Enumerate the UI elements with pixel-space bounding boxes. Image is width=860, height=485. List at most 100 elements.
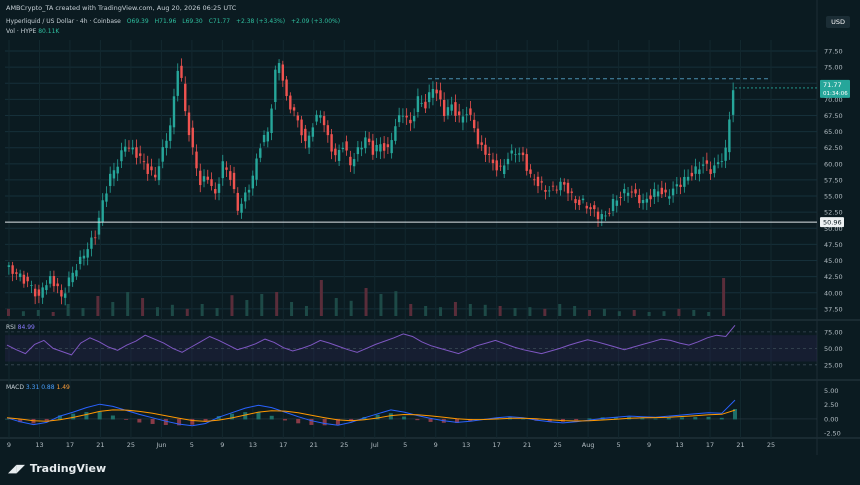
macd-value-1: 3.31 bbox=[25, 384, 40, 391]
candle-body bbox=[731, 90, 735, 115]
candle-body bbox=[491, 159, 495, 164]
macd-histogram-bar bbox=[256, 412, 261, 420]
price-tick-label: 67.50 bbox=[824, 112, 843, 120]
candle-body bbox=[289, 95, 292, 110]
candle-body bbox=[469, 108, 472, 115]
candle-body bbox=[169, 125, 172, 141]
rsi-legend: RSI 84.99 bbox=[6, 324, 35, 331]
candle-body bbox=[101, 200, 104, 223]
candle-body bbox=[675, 184, 679, 187]
x-tick-label: 17 bbox=[706, 441, 714, 449]
candle-body bbox=[566, 182, 570, 194]
volume-bar bbox=[602, 308, 606, 316]
macd-histogram-bar bbox=[428, 418, 433, 422]
candle-body bbox=[45, 285, 48, 291]
candle-body bbox=[90, 237, 93, 249]
price-tick-label: 40.00 bbox=[824, 289, 843, 297]
volume-bar bbox=[21, 311, 25, 316]
candle-body bbox=[664, 189, 667, 193]
x-tick-label: 21 bbox=[310, 441, 318, 449]
macd-histogram-bar bbox=[269, 415, 274, 420]
candle-body bbox=[131, 147, 134, 150]
candle-body bbox=[7, 265, 11, 267]
macd-histogram-bar bbox=[282, 418, 287, 421]
candle-body bbox=[570, 191, 573, 193]
tradingview-brand[interactable]: ◢◤ TradingView bbox=[8, 462, 106, 475]
macd-line bbox=[6, 399, 736, 427]
candle-body bbox=[529, 169, 532, 174]
price-chart[interactable]: 77.5075.0072.5070.0067.5065.0062.5060.00… bbox=[0, 0, 860, 485]
x-tick-label: 5 bbox=[403, 441, 407, 449]
x-tick-label: 9 bbox=[647, 441, 651, 449]
candle-body bbox=[75, 270, 78, 277]
macd-label[interactable]: MACD bbox=[6, 384, 24, 391]
volume-bar bbox=[36, 310, 40, 316]
candle-body bbox=[30, 285, 33, 286]
volume-bar bbox=[304, 306, 308, 316]
candle-body bbox=[450, 104, 453, 111]
candle-body bbox=[461, 116, 465, 123]
rsi-tick-label: 50.00 bbox=[824, 345, 843, 353]
candle-body bbox=[686, 176, 690, 181]
candle-body bbox=[319, 115, 322, 118]
price-tick-label: 37.50 bbox=[824, 305, 843, 313]
volume-bar bbox=[96, 296, 100, 316]
price-tick-label: 77.50 bbox=[824, 47, 843, 55]
candle-body bbox=[236, 192, 239, 211]
candle-body bbox=[33, 288, 37, 297]
volume-bar bbox=[215, 308, 219, 316]
candle-body bbox=[15, 272, 18, 274]
volume-bar bbox=[453, 302, 457, 316]
candle-body bbox=[533, 179, 536, 181]
candle-body bbox=[326, 125, 330, 136]
volume-bar bbox=[200, 304, 204, 316]
candle-body bbox=[427, 92, 431, 103]
candle-body bbox=[709, 169, 712, 174]
volume-bar bbox=[319, 280, 323, 316]
candle-body bbox=[176, 70, 179, 96]
x-tick-label: 17 bbox=[493, 441, 501, 449]
candle-body bbox=[544, 189, 547, 192]
candle-body bbox=[649, 195, 652, 200]
candle-body bbox=[127, 147, 131, 149]
candle-body bbox=[386, 144, 390, 148]
macd-histogram-bar bbox=[653, 418, 658, 420]
candle-body bbox=[705, 160, 709, 164]
candle-body bbox=[424, 101, 427, 109]
volume-bar bbox=[573, 306, 577, 316]
volume-bar bbox=[230, 295, 234, 316]
candle-body bbox=[435, 89, 438, 94]
x-tick-label: 21 bbox=[96, 441, 104, 449]
candle-body bbox=[97, 217, 101, 235]
volume-bar bbox=[349, 300, 353, 316]
candle-body bbox=[112, 170, 116, 179]
candle-body bbox=[514, 154, 517, 156]
candle-body bbox=[698, 169, 701, 175]
price-tick-label: 60.00 bbox=[824, 160, 843, 168]
candle-body bbox=[442, 99, 446, 116]
volume-bar bbox=[439, 307, 443, 316]
candle-body bbox=[255, 158, 258, 180]
macd-value-2: 0.88 bbox=[41, 384, 55, 391]
candle-body bbox=[352, 159, 356, 167]
volume-bar bbox=[364, 288, 368, 316]
macd-histogram-bar bbox=[706, 416, 711, 420]
rsi-label[interactable]: RSI bbox=[6, 324, 16, 331]
candle-body bbox=[412, 116, 416, 122]
price-tick-label: 57.50 bbox=[824, 176, 843, 184]
macd-histogram-bar bbox=[574, 418, 579, 421]
candle-body bbox=[307, 135, 311, 148]
candle-body bbox=[221, 161, 224, 179]
candle-body bbox=[472, 119, 476, 129]
macd-histogram-bar bbox=[415, 418, 420, 421]
price-tick-label: 65.00 bbox=[824, 128, 843, 136]
candle-body bbox=[266, 131, 270, 142]
candle-body bbox=[619, 196, 622, 198]
candle-body bbox=[199, 170, 202, 186]
candle-body bbox=[356, 147, 360, 155]
candle-body bbox=[232, 172, 236, 190]
macd-histogram-bar bbox=[666, 417, 671, 420]
price-tick-label: 52.50 bbox=[824, 209, 843, 217]
candle-body bbox=[484, 144, 487, 155]
macd-legend: MACD 3.31 0.88 1.49 bbox=[6, 384, 70, 391]
